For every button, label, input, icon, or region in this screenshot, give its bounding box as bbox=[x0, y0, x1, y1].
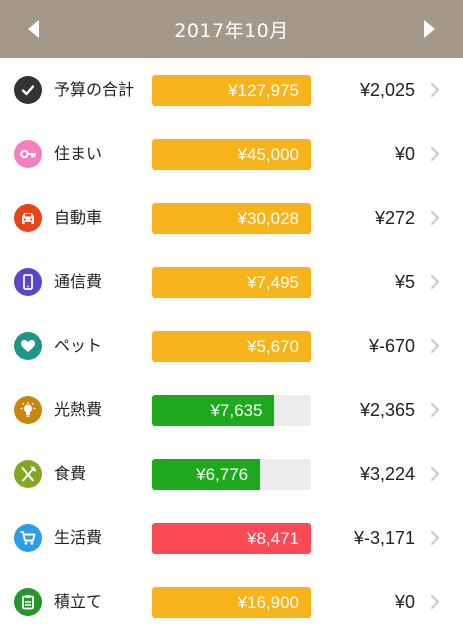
spent-amount: ¥5,670 bbox=[247, 337, 299, 356]
spent-amount: ¥7,635 bbox=[210, 401, 263, 420]
budget-row[interactable]: 生活費 ¥8,471 ¥-3,171 bbox=[0, 506, 463, 570]
chevron-right-icon bbox=[431, 147, 439, 161]
budget-row[interactable]: 住まい ¥45,000 ¥0 bbox=[0, 122, 463, 186]
budget-row[interactable]: 積立て ¥16,900 ¥0 bbox=[0, 570, 463, 634]
budget-row[interactable]: 自動車 ¥30,028 ¥272 bbox=[0, 186, 463, 250]
budget-progress-bar: ¥45,000 bbox=[152, 139, 311, 170]
month-header: 2017年10月 bbox=[0, 0, 463, 58]
remaining-amount: ¥2,365 bbox=[359, 400, 415, 420]
remaining-amount: ¥-670 bbox=[368, 336, 415, 356]
spent-amount: ¥30,028 bbox=[237, 209, 299, 228]
chevron-right-icon bbox=[431, 531, 439, 545]
remaining-amount: ¥0 bbox=[394, 592, 415, 612]
category-label: 通信費 bbox=[54, 272, 103, 291]
budget-row[interactable]: 光熱費 ¥7,635 ¥2,365 bbox=[0, 378, 463, 442]
spent-amount: ¥16,900 bbox=[237, 593, 299, 612]
budget-progress-bar: ¥127,975 bbox=[152, 75, 311, 106]
budget-progress-bar: ¥6,776 bbox=[152, 459, 311, 490]
budget-progress-bar: ¥16,900 bbox=[152, 587, 311, 618]
category-label: 住まい bbox=[54, 144, 103, 163]
category-label: 光熱費 bbox=[54, 400, 103, 419]
remaining-amount: ¥272 bbox=[374, 208, 415, 228]
heart-icon bbox=[14, 332, 42, 360]
budget-row[interactable]: 予算の合計 ¥127,975 ¥2,025 bbox=[0, 58, 463, 122]
budget-progress-bar: ¥7,495 bbox=[152, 267, 311, 298]
budget-progress-bar: ¥7,635 bbox=[152, 395, 311, 426]
chevron-right-icon bbox=[431, 275, 439, 289]
spent-amount: ¥127,975 bbox=[228, 81, 299, 100]
remaining-amount: ¥0 bbox=[394, 144, 415, 164]
key-icon bbox=[14, 140, 42, 168]
remaining-amount: ¥-3,171 bbox=[353, 528, 415, 548]
next-month-arrow-icon[interactable] bbox=[424, 20, 435, 38]
chevron-right-icon bbox=[431, 211, 439, 225]
cart-icon bbox=[14, 524, 42, 552]
budget-progress-bar: ¥8,471 bbox=[152, 523, 311, 554]
month-title: 2017年10月 bbox=[174, 19, 289, 42]
category-label: 自動車 bbox=[54, 208, 103, 227]
chevron-right-icon bbox=[431, 339, 439, 353]
category-label: 食費 bbox=[54, 464, 87, 483]
budget-row[interactable]: 通信費 ¥7,495 ¥5 bbox=[0, 250, 463, 314]
lightbulb-icon bbox=[14, 396, 42, 424]
spent-amount: ¥45,000 bbox=[237, 145, 299, 164]
smartphone-icon bbox=[14, 268, 42, 296]
chevron-right-icon bbox=[431, 467, 439, 481]
budget-progress-bar: ¥30,028 bbox=[152, 203, 311, 234]
clipboard-icon bbox=[14, 588, 42, 616]
chevron-right-icon bbox=[431, 595, 439, 609]
budget-row[interactable]: 食費 ¥6,776 ¥3,224 bbox=[0, 442, 463, 506]
budget-progress-bar: ¥5,670 bbox=[152, 331, 311, 362]
car-icon bbox=[14, 204, 42, 232]
check-circle-icon bbox=[14, 76, 42, 104]
remaining-amount: ¥5 bbox=[394, 272, 415, 292]
remaining-amount: ¥2,025 bbox=[359, 80, 415, 100]
prev-month-arrow-icon[interactable] bbox=[28, 20, 39, 38]
spent-amount: ¥8,471 bbox=[247, 529, 299, 548]
budget-row[interactable]: ペット ¥5,670 ¥-670 bbox=[0, 314, 463, 378]
remaining-amount: ¥3,224 bbox=[359, 464, 415, 484]
spent-amount: ¥6,776 bbox=[196, 465, 249, 484]
category-label: 生活費 bbox=[54, 528, 103, 547]
category-label: ペット bbox=[54, 336, 103, 355]
spent-amount: ¥7,495 bbox=[247, 273, 299, 292]
budget-category-list: 予算の合計 ¥127,975 ¥2,025 住まい ¥45,000 ¥0 自動車 bbox=[0, 58, 463, 634]
category-label: 予算の合計 bbox=[54, 80, 135, 99]
chevron-right-icon bbox=[431, 83, 439, 97]
fork-knife-icon bbox=[14, 460, 42, 488]
category-label: 積立て bbox=[54, 592, 103, 611]
chevron-right-icon bbox=[431, 403, 439, 417]
